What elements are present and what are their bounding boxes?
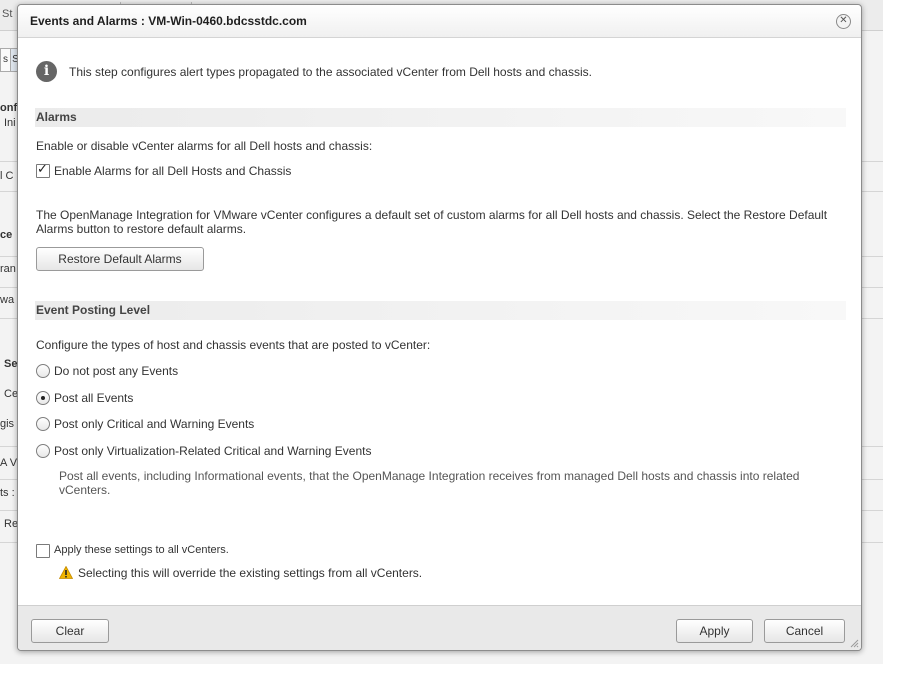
event-posting-section-heading: Event Posting Level	[35, 301, 846, 320]
events-alarms-dialog: Events and Alarms : VM-Win-0460.bdcsstdc…	[17, 4, 862, 651]
apply-all-vcenters-checkbox[interactable]	[36, 544, 50, 558]
apply-all-warning-text: Selecting this will override the existin…	[78, 566, 423, 580]
apply-button[interactable]: Apply	[676, 619, 753, 643]
radio-do-not-post[interactable]	[36, 364, 50, 378]
close-icon[interactable]: ✕	[836, 14, 851, 29]
alarms-section-heading: Alarms	[35, 108, 846, 127]
background-tab-fragment: St	[2, 8, 13, 20]
alarms-description: Enable or disable vCenter alarms for all…	[36, 139, 373, 153]
info-icon: i	[36, 61, 57, 82]
dialog-footer: Clear Apply Cancel	[18, 605, 861, 650]
radio-label[interactable]: Post all Events	[54, 391, 133, 405]
clear-button[interactable]: Clear	[31, 619, 109, 643]
radio-label[interactable]: Post only Virtualization-Related Critica…	[54, 444, 371, 458]
info-text: This step configures alert types propaga…	[69, 65, 592, 79]
radio-virtualization-critical-warning[interactable]	[36, 444, 50, 458]
resize-grip-icon[interactable]	[849, 638, 859, 648]
dialog-title: Events and Alarms : VM-Win-0460.bdcsstdc…	[30, 14, 307, 28]
radio-post-all[interactable]	[36, 391, 50, 405]
dialog-titlebar[interactable]: Events and Alarms : VM-Win-0460.bdcsstdc…	[18, 5, 861, 38]
apply-all-vcenters-label[interactable]: Apply these settings to all vCenters.	[54, 544, 229, 556]
default-alarms-text: The OpenManage Integration for VMware vC…	[36, 208, 828, 236]
warning-icon	[59, 566, 73, 579]
cancel-button[interactable]: Cancel	[764, 619, 845, 643]
radio-label[interactable]: Do not post any Events	[54, 364, 178, 378]
restore-default-alarms-button[interactable]: Restore Default Alarms	[36, 247, 204, 271]
enable-alarms-label[interactable]: Enable Alarms for all Dell Hosts and Cha…	[54, 164, 291, 178]
radio-critical-warning[interactable]	[36, 417, 50, 431]
event-posting-description: Configure the types of host and chassis …	[36, 338, 431, 352]
enable-alarms-checkbox[interactable]	[36, 162, 50, 178]
radio-label[interactable]: Post only Critical and Warning Events	[54, 417, 254, 431]
option-help-text: Post all events, including Informational…	[59, 469, 800, 497]
